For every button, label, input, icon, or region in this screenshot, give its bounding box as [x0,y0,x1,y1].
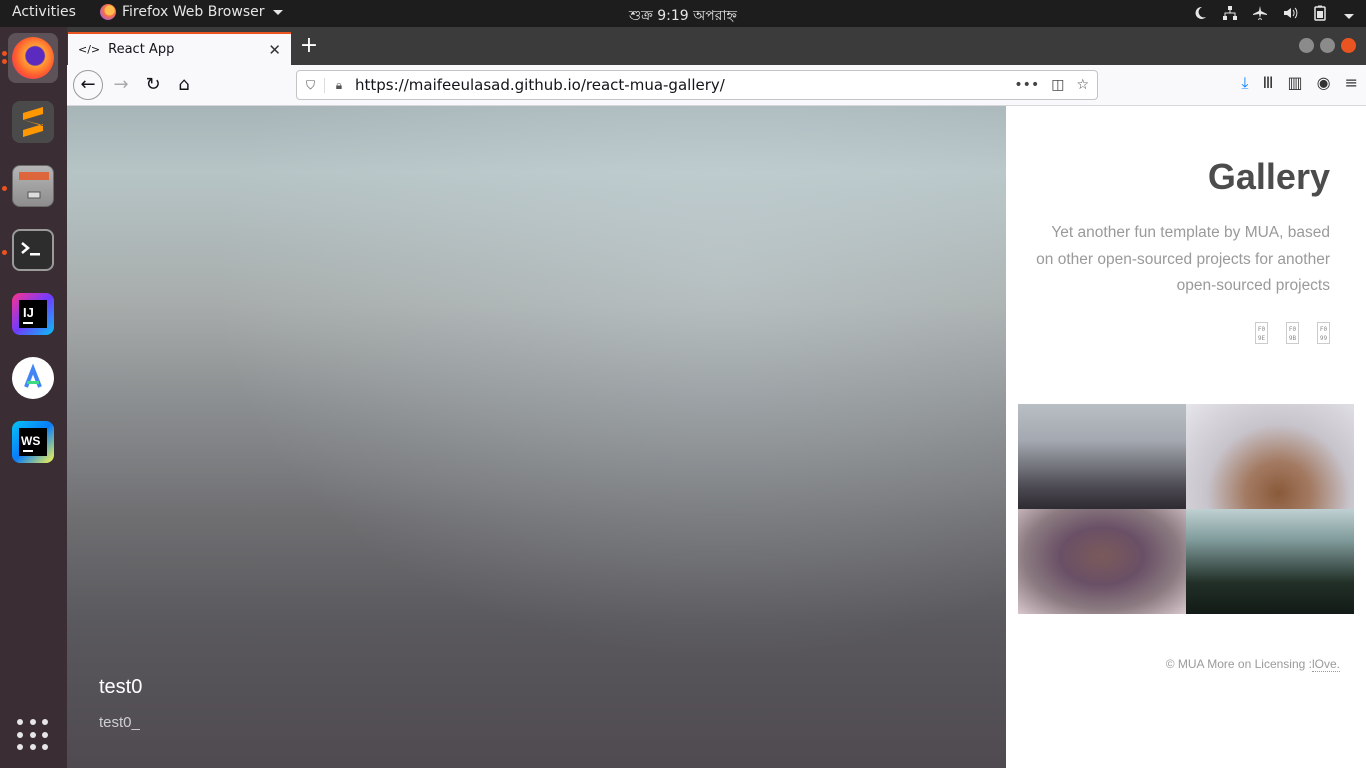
footer-link[interactable]: lOve. [1311,657,1340,672]
airplane-mode-icon [1252,5,1268,21]
webstorm-icon: WS [12,421,54,463]
thumbnail-grid [1018,404,1354,614]
url-text[interactable]: https://maifeeulasad.github.io/react-mua… [353,76,1014,94]
tab-strip: </> React App ✕ + [67,27,1366,65]
android-studio-icon [12,357,54,399]
running-indicator [2,59,7,64]
svg-text:IJ: IJ [23,305,34,320]
sublime-text-icon [12,101,54,143]
volume-icon [1282,5,1298,21]
running-indicator [2,186,7,191]
running-indicator [2,51,7,56]
tagline: Yet another fun template by MUA, based o… [1036,224,1330,294]
url-bar[interactable]: ⛉ 🔒︎ https://maifeeulasad.github.io/reac… [296,70,1098,100]
bookmark-star-icon[interactable]: ☆ [1076,77,1089,93]
maximize-button[interactable] [1320,38,1335,53]
window-controls [1299,38,1356,53]
social-links: F0 9E F0 9B F0 99 [1255,322,1330,344]
firefox-icon [100,4,116,20]
social-icon[interactable]: F0 99 [1317,322,1330,344]
dock-files[interactable] [8,161,58,211]
app-menu-label: Firefox Web Browser [122,4,265,20]
dock-intellij[interactable]: IJ [8,289,58,339]
social-icon[interactable]: F0 9E [1255,322,1268,344]
firefox-window: </> React App ✕ + ← → ↻ ⌂ ⛉ 🔒︎ https://m… [67,27,1366,768]
sidebar-toggle-icon[interactable]: ▥ [1288,73,1303,93]
file-manager-icon [12,165,54,207]
footer-more: More on Licensing : [1207,657,1312,671]
home-button[interactable]: ⌂ [170,71,198,99]
running-indicator [2,250,7,255]
page-actions-icon[interactable]: ••• [1014,77,1039,93]
minimize-button[interactable] [1299,38,1314,53]
new-tab-button[interactable]: + [297,34,321,58]
footer-copyright: © MUA [1165,657,1204,671]
library-icon[interactable]: Ⅲ [1262,73,1273,93]
system-tray[interactable] [1192,5,1354,21]
thumbnail[interactable] [1186,404,1354,509]
app-menu[interactable]: Firefox Web Browser [100,4,283,20]
dock: IJ WS [0,27,67,768]
dock-webstorm[interactable]: WS [8,417,58,467]
gallery-sidebar: Gallery Yet another fun template by MUA,… [1006,106,1366,768]
hamburger-menu-icon[interactable]: ≡ [1345,73,1358,93]
hero-title: test0 [99,676,143,698]
dock-terminal[interactable] [8,225,58,275]
intellij-idea-icon: IJ [12,293,54,335]
thumbnail[interactable] [1018,509,1186,614]
dock-firefox[interactable] [8,33,58,83]
web-page: test0 test0_ Gallery Yet another fun tem… [67,106,1366,768]
dock-sublime-text[interactable] [8,97,58,147]
battery-icon [1312,5,1328,21]
tab-title: React App [108,42,175,57]
close-window-button[interactable] [1341,38,1356,53]
dock-android-studio[interactable] [8,353,58,403]
footer: © MUA More on Licensing :lOve. [1165,657,1340,672]
thumbnail[interactable] [1186,509,1354,614]
tab-react-app[interactable]: </> React App ✕ [68,32,291,65]
firefox-icon [12,37,54,79]
thumbnail[interactable] [1018,404,1186,509]
downloads-icon[interactable]: ⤓ [1241,73,1248,93]
tracking-protection-icon[interactable]: ⛉ [297,77,325,93]
navigation-toolbar: ← → ↻ ⌂ ⛉ 🔒︎ https://maifeeulasad.github… [67,65,1366,106]
terminal-icon [12,229,54,271]
system-menu-chevron-icon [1344,13,1354,19]
svg-text:WS: WS [21,434,40,448]
account-icon[interactable]: ◉ [1317,73,1331,93]
night-light-icon [1192,5,1208,21]
lock-icon[interactable]: 🔒︎ [325,78,353,93]
top-bar: Activities Firefox Web Browser শুক্র 9:1… [0,0,1366,27]
activities-button[interactable]: Activities [12,4,76,20]
hero-subtitle: test0_ [99,714,140,731]
toolbar-tools: ⤓ Ⅲ ▥ ◉ ≡ [1241,73,1358,93]
reload-button[interactable]: ↻ [139,71,167,99]
forward-button[interactable]: → [107,71,135,99]
social-icon[interactable]: F0 9B [1286,322,1299,344]
back-button[interactable]: ← [73,70,103,100]
code-icon: </> [78,43,101,56]
network-icon [1222,5,1238,21]
close-tab-icon[interactable]: ✕ [268,41,281,59]
page-title: Gallery [1207,156,1330,197]
pocket-icon[interactable]: ◫ [1051,77,1064,93]
show-applications-button[interactable] [17,719,49,751]
chevron-down-icon [272,9,283,15]
hero-image[interactable]: test0 test0_ [67,106,1006,768]
